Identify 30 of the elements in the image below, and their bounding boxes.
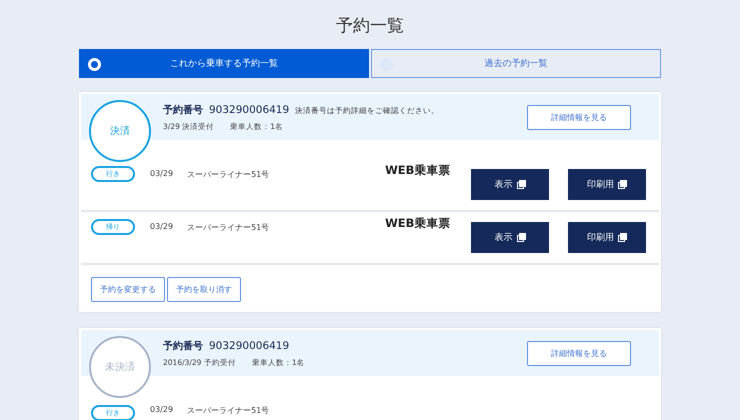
reservation-number: 903290006419 <box>209 340 290 352</box>
ticket-button[interactable]: 表示 <box>471 169 550 200</box>
radio-icon <box>88 58 101 71</box>
action-button[interactable]: 予約を取り消す <box>167 277 241 302</box>
action-button[interactable]: 予約を変更する <box>91 277 165 302</box>
trip-date: 03/29 <box>150 222 174 231</box>
tab[interactable]: これから乗車する予約一覧 <box>79 49 369 78</box>
ticket-button[interactable]: 印刷用 <box>568 222 646 253</box>
ticket-button[interactable]: 印刷用 <box>568 169 646 200</box>
trip-date: 03/29 <box>150 405 174 414</box>
page-title: 予約一覧 <box>336 15 404 37</box>
external-window-icon <box>618 233 628 242</box>
detail-button[interactable]: 詳細情報を見る <box>527 104 631 130</box>
payment-status-badge: 未決済 <box>89 336 151 398</box>
external-window-icon <box>516 180 526 189</box>
detail-button[interactable]: 詳細情報を見る <box>527 340 631 366</box>
train-name: スーパーライナー51号 <box>187 169 270 180</box>
reservation-number-label: 予約番号 <box>163 104 203 116</box>
tab[interactable]: 過去の予約一覧 <box>371 49 661 78</box>
payment-status-badge: 決済 <box>89 100 151 162</box>
ticket-button[interactable]: 表示 <box>471 222 550 253</box>
external-window-icon <box>516 233 526 242</box>
train-name: スーパーライナー51号 <box>187 405 270 416</box>
external-window-icon <box>618 180 628 189</box>
ticket-label: WEB乗車票 <box>385 163 452 178</box>
train-name: スーパーライナー51号 <box>187 222 270 233</box>
reservation-number: 903290006419 <box>209 104 290 116</box>
reservation-number-label: 予約番号 <box>163 340 203 352</box>
ticket-label: WEB乗車票 <box>385 216 452 231</box>
trip-date: 03/29 <box>150 169 174 178</box>
